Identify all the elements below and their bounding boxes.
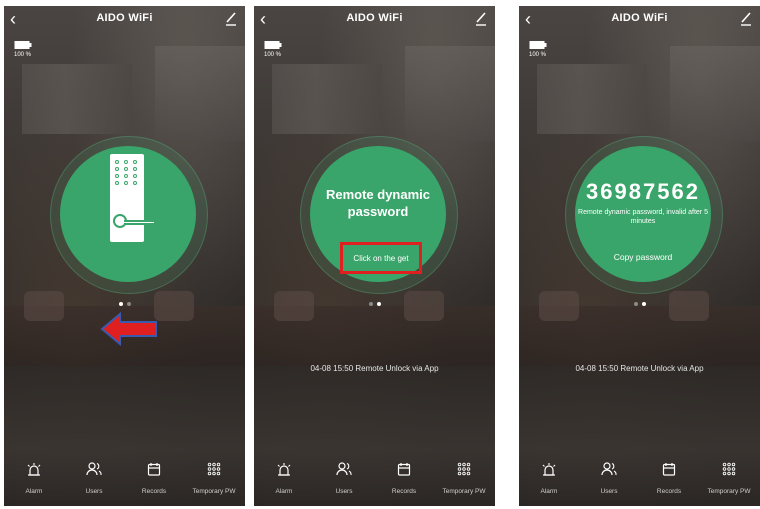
alarm-icon <box>542 463 556 476</box>
keypad-icon <box>207 462 221 476</box>
arrow-left-icon <box>100 312 157 346</box>
top-bar: ‹ AIDO WiFi <box>254 8 495 30</box>
screen-password-result: ‹ AIDO WiFi 100 % 36987562 Remote dynami… <box>519 6 760 506</box>
dynamic-password: 36987562 <box>586 179 700 204</box>
tab-label: Records <box>391 488 417 495</box>
records-icon <box>662 463 676 476</box>
users-icon <box>601 462 617 476</box>
background-pillow <box>24 291 64 321</box>
records-icon <box>397 463 411 476</box>
battery-level: 100 % <box>529 52 547 58</box>
tab-bar: Alarm Users Records Temporary PW <box>519 456 760 506</box>
alarm-icon <box>27 463 41 476</box>
edit-icon[interactable] <box>740 10 752 26</box>
keypad-icon <box>115 160 139 192</box>
battery-icon <box>529 41 547 49</box>
page-title: AIDO WiFi <box>96 12 153 24</box>
page-indicator <box>254 302 495 306</box>
background-pillow <box>404 291 444 321</box>
tab-label: Alarm <box>275 488 293 495</box>
tab-temporary-pw[interactable]: Temporary PW <box>699 462 759 495</box>
tab-label: Alarm <box>25 488 43 495</box>
page-dot <box>118 302 123 306</box>
tab-label: Users <box>335 488 353 495</box>
handle-bar <box>124 220 156 225</box>
battery-level: 100 % <box>264 52 282 58</box>
edit-icon[interactable] <box>225 10 237 26</box>
top-bar: ‹ AIDO WiFi <box>4 8 245 30</box>
lock-icon <box>110 154 156 242</box>
tab-label: Records <box>656 488 682 495</box>
page-indicator <box>4 302 245 306</box>
tab-users[interactable]: Users <box>64 462 124 495</box>
background-pillow <box>274 291 314 321</box>
top-bar: ‹ AIDO WiFi <box>519 8 760 30</box>
page-dot <box>368 302 373 306</box>
tab-label: Temporary PW <box>707 488 751 495</box>
background-window <box>670 46 760 141</box>
tab-users[interactable]: Users <box>314 462 374 495</box>
password-note: Remote dynamic password, invalid after 5… <box>578 209 708 225</box>
screen-remote-password: ‹ AIDO WiFi 100 % Remote dynamic passwor… <box>254 6 495 506</box>
tab-records[interactable]: Records <box>374 462 434 495</box>
tab-bar: Alarm Users Records Temporary PW <box>4 456 245 506</box>
battery-icon <box>14 41 32 49</box>
tab-label: Users <box>600 488 618 495</box>
users-icon <box>336 462 352 476</box>
tab-alarm[interactable]: Alarm <box>4 462 64 495</box>
edit-icon[interactable] <box>475 10 487 26</box>
page-dot <box>641 302 646 306</box>
page-indicator <box>519 302 760 306</box>
tab-label: Users <box>85 488 103 495</box>
tab-records[interactable]: Records <box>639 462 699 495</box>
background-pillow <box>154 291 194 321</box>
users-icon <box>86 462 102 476</box>
latest-record: 04-08 15:50 Remote Unlock via App <box>310 364 439 373</box>
tab-label: Alarm <box>540 488 558 495</box>
tab-bar: Alarm Users Records Temporary PW <box>254 456 495 506</box>
background-pillow <box>669 291 709 321</box>
tab-temporary-pw[interactable]: Temporary PW <box>184 462 244 495</box>
battery-icon <box>264 41 282 49</box>
background-window <box>537 64 647 134</box>
remote-password-title: Remote dynamic password <box>325 187 431 219</box>
alarm-icon <box>277 463 291 476</box>
records-icon <box>147 463 161 476</box>
copy-password-button[interactable]: Copy password <box>575 252 711 262</box>
page-dot <box>633 302 638 306</box>
tab-users[interactable]: Users <box>579 462 639 495</box>
battery-level: 100 % <box>14 52 32 58</box>
tab-alarm[interactable]: Alarm <box>519 462 579 495</box>
page-title: AIDO WiFi <box>611 12 668 24</box>
get-password-button[interactable]: Click on the get <box>340 242 422 274</box>
tab-label: Temporary PW <box>192 488 236 495</box>
tab-temporary-pw[interactable]: Temporary PW <box>434 462 494 495</box>
tab-records[interactable]: Records <box>124 462 184 495</box>
background-window <box>155 46 245 141</box>
tab-label: Records <box>141 488 167 495</box>
page-dot <box>376 302 381 306</box>
background-pillow <box>539 291 579 321</box>
tab-alarm[interactable]: Alarm <box>254 462 314 495</box>
background-window <box>22 64 132 134</box>
keypad-icon <box>722 462 736 476</box>
background-window <box>272 64 382 134</box>
background-window <box>405 46 495 141</box>
screen-lock: ‹ AIDO WiFi 100 % Alarm Users Records Te… <box>4 6 245 506</box>
page-dot <box>126 302 131 306</box>
latest-record: 04-08 15:50 Remote Unlock via App <box>575 364 704 373</box>
tab-label: Temporary PW <box>442 488 486 495</box>
page-title: AIDO WiFi <box>346 12 403 24</box>
keypad-icon <box>457 462 471 476</box>
